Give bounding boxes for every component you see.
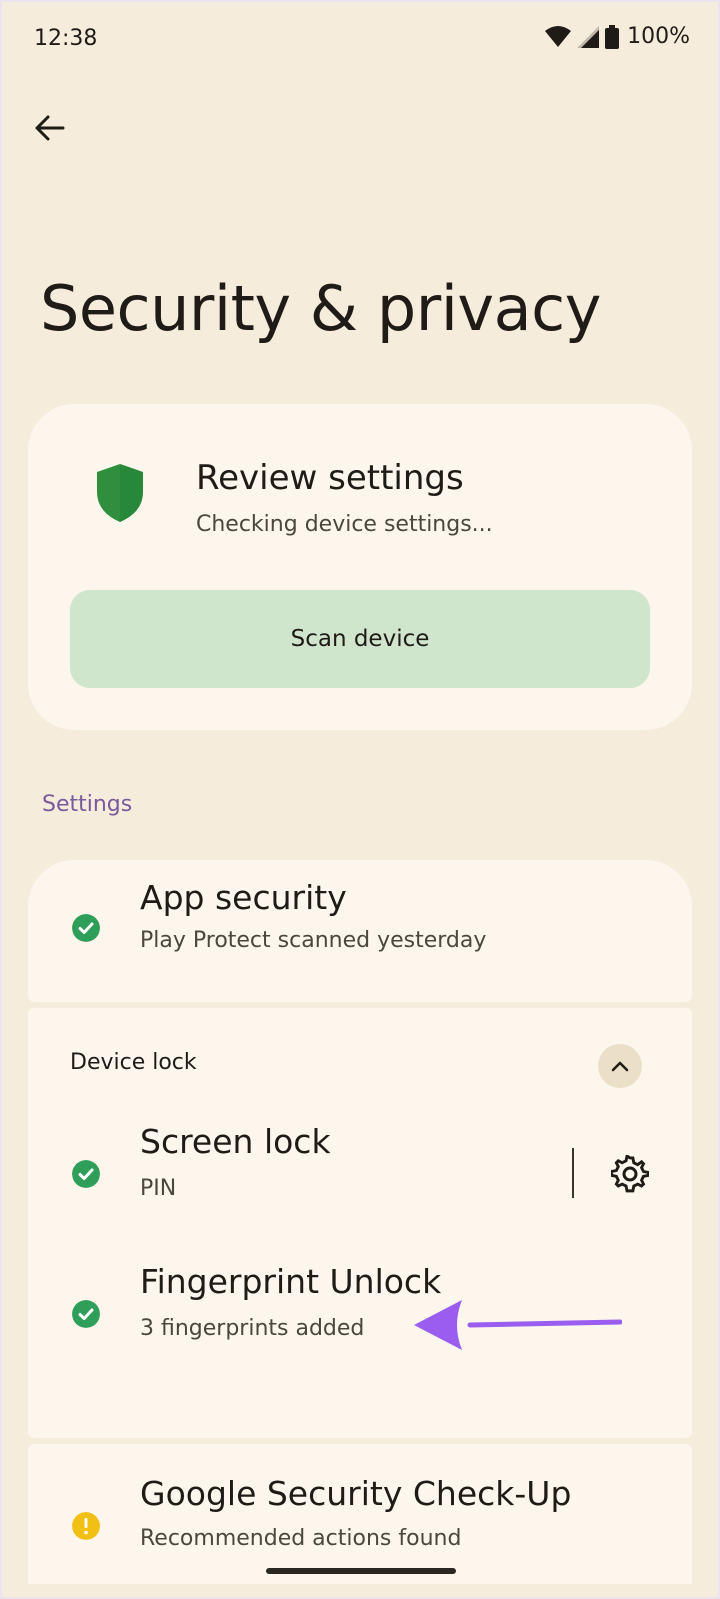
- fingerprint-unlock-title: Fingerprint Unlock: [140, 1262, 442, 1301]
- battery-percentage: 100%: [627, 24, 690, 49]
- google-checkup-subtitle: Recommended actions found: [140, 1526, 462, 1551]
- list-item-app-security[interactable]: App security Play Protect scanned yester…: [28, 876, 692, 986]
- gear-icon: [611, 1155, 649, 1193]
- shield-icon: [97, 464, 143, 522]
- status-time: 12:38: [34, 26, 98, 51]
- wifi-icon: [545, 25, 572, 47]
- list-item-screen-lock[interactable]: Screen lock PIN: [28, 1120, 692, 1230]
- collapse-button[interactable]: [598, 1044, 642, 1088]
- screen-lock-settings-button[interactable]: [608, 1152, 652, 1196]
- arrow-back-icon: [35, 115, 65, 141]
- battery-icon: [605, 24, 620, 49]
- app-security-title: App security: [140, 878, 347, 917]
- check-circle-icon: [72, 914, 100, 942]
- warning-circle-icon: [72, 1512, 100, 1540]
- settings-section-label: Settings: [42, 792, 133, 817]
- divider: [572, 1148, 574, 1198]
- annotation-arrow-icon: [414, 1300, 622, 1350]
- check-circle-icon: [72, 1300, 100, 1328]
- fingerprint-unlock-subtitle: 3 fingerprints added: [140, 1316, 365, 1341]
- chevron-up-icon: [611, 1061, 629, 1072]
- review-subtitle: Checking device settings...: [196, 512, 493, 537]
- google-checkup-title: Google Security Check-Up: [140, 1474, 572, 1513]
- review-settings-card: Review settings Checking device settings…: [28, 404, 692, 730]
- signal-icon: [577, 25, 600, 48]
- gesture-nav-handle[interactable]: [266, 1568, 456, 1574]
- device-lock-label: Device lock: [70, 1050, 197, 1075]
- scan-device-button[interactable]: Scan device: [70, 590, 650, 688]
- review-title: Review settings: [196, 458, 464, 498]
- check-circle-icon: [72, 1160, 100, 1188]
- status-icons: 100%: [545, 24, 690, 49]
- screen-lock-title: Screen lock: [140, 1122, 331, 1161]
- page-title: Security & privacy: [40, 272, 601, 345]
- status-bar: 12:38 100%: [0, 0, 720, 80]
- back-button[interactable]: [26, 104, 74, 152]
- app-security-subtitle: Play Protect scanned yesterday: [140, 928, 487, 953]
- screen-lock-subtitle: PIN: [140, 1176, 177, 1201]
- settings-list: App security Play Protect scanned yester…: [28, 860, 692, 1584]
- device-lock-header[interactable]: Device lock: [28, 1008, 692, 1118]
